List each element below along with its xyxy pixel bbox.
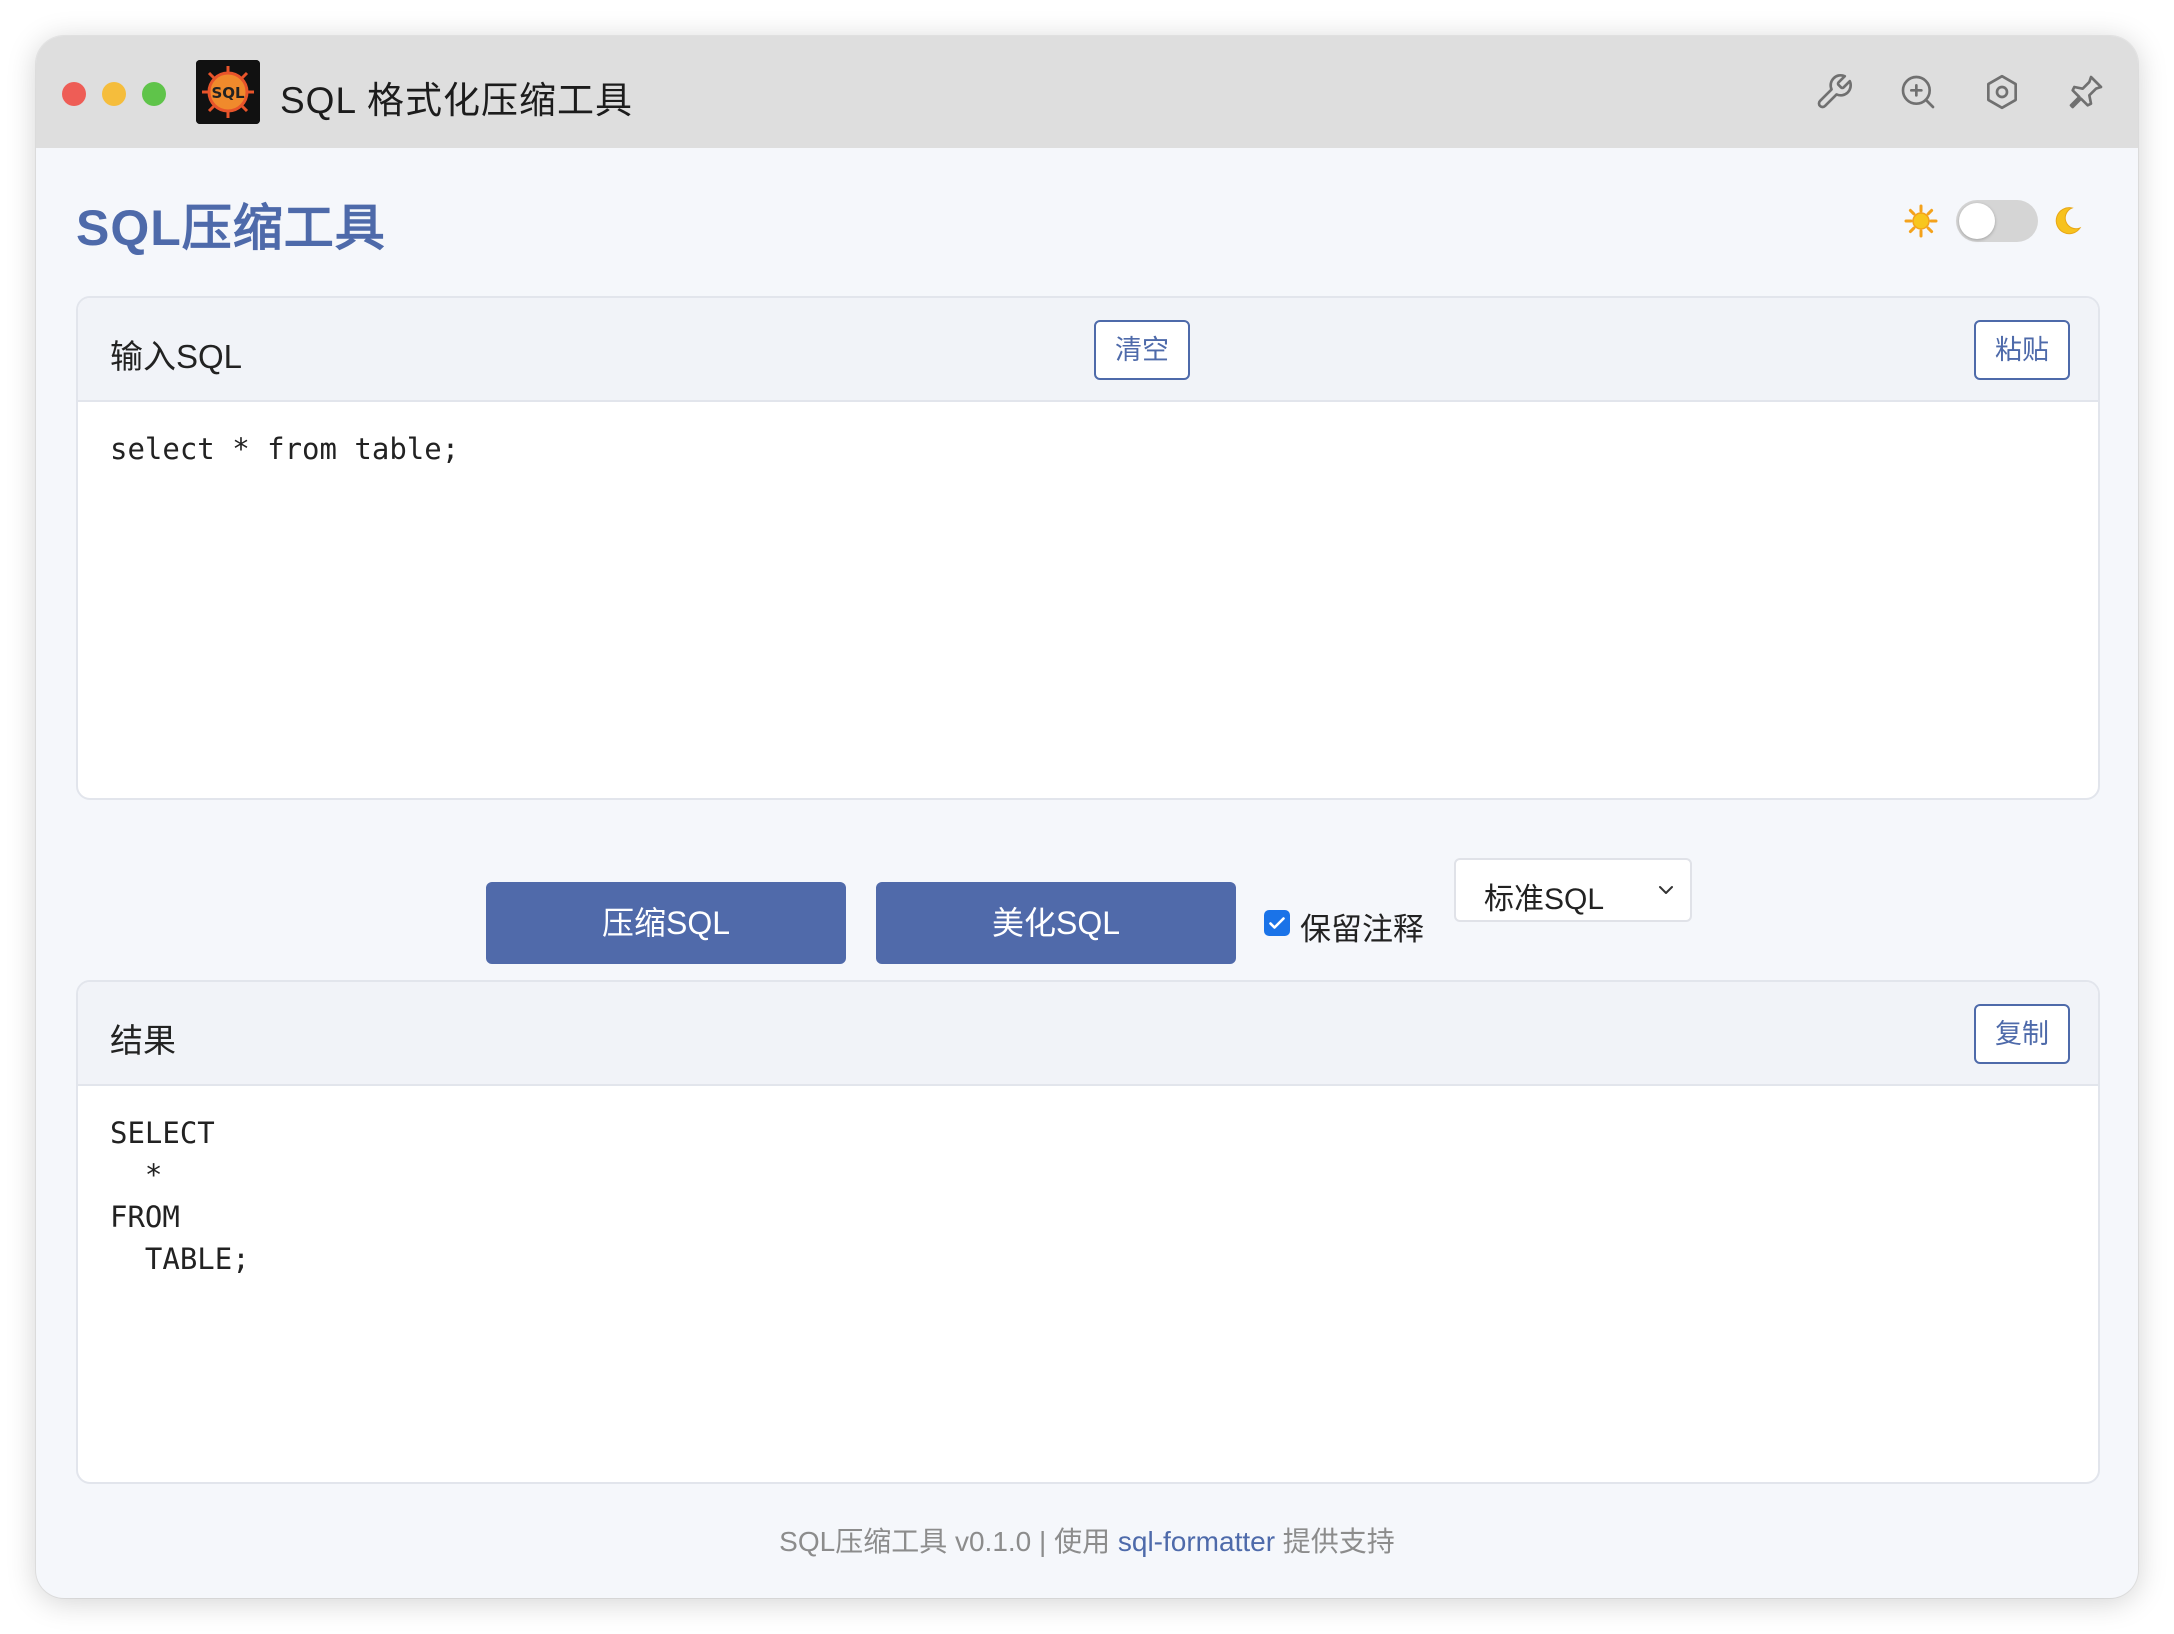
sql-dialect-select[interactable]: 标准SQL — [1454, 858, 1692, 922]
keep-comments-checkbox[interactable] — [1264, 910, 1290, 936]
close-window-button[interactable] — [62, 82, 86, 106]
chevron-down-icon — [1659, 886, 1673, 894]
zoom-in-icon[interactable] — [1898, 72, 1938, 112]
sql-result-output[interactable]: SELECT * FROM TABLE; — [110, 1112, 2066, 1280]
clear-button[interactable]: 清空 — [1094, 320, 1190, 380]
pin-icon[interactable] — [2066, 72, 2106, 112]
theme-toggle[interactable] — [1956, 200, 2038, 242]
footer-text-suffix: 提供支持 — [1275, 1526, 1395, 1557]
input-panel-title: 输入SQL — [110, 338, 243, 375]
sql-input-textarea[interactable]: select * from table; — [110, 428, 2066, 470]
sql-dialect-value: 标准SQL — [1484, 883, 1605, 916]
copy-button[interactable]: 复制 — [1974, 1004, 2070, 1064]
theme-toggle-knob — [1959, 203, 1995, 239]
result-panel: 结果 复制 SELECT * FROM TABLE; — [76, 980, 2100, 1484]
title-bar: SQL SQL 格式化压缩工具 — [36, 36, 2138, 148]
settings-icon[interactable] — [1982, 72, 2022, 112]
app-window: SQL SQL 格式化压缩工具 SQL压缩工具 输入SQL 清空 粘贴 sele… — [36, 36, 2138, 1598]
paste-button[interactable]: 粘贴 — [1974, 320, 2070, 380]
result-panel-title: 结果 — [110, 1022, 176, 1059]
result-panel-header: 结果 复制 — [78, 982, 2098, 1086]
sql-logo-icon: SQL — [196, 60, 260, 124]
sun-icon — [1904, 204, 1938, 238]
keep-comments-label[interactable]: 保留注释 — [1300, 904, 1424, 949]
app-title: SQL 格式化压缩工具 — [280, 80, 633, 121]
page-title: SQL压缩工具 — [76, 200, 386, 256]
minimize-window-button[interactable] — [102, 82, 126, 106]
moon-icon — [2050, 204, 2084, 238]
beautify-sql-button[interactable]: 美化SQL — [876, 882, 1236, 964]
wrench-icon[interactable] — [1814, 72, 1854, 112]
svg-text:SQL: SQL — [211, 84, 245, 102]
compress-sql-button[interactable]: 压缩SQL — [486, 882, 846, 964]
input-panel: 输入SQL 清空 粘贴 select * from table; — [76, 296, 2100, 800]
footer: SQL压缩工具 v0.1.0 | 使用 sql-formatter 提供支持 — [36, 1520, 2138, 1560]
sql-formatter-link[interactable]: sql-formatter — [1118, 1526, 1275, 1557]
footer-text-prefix: SQL压缩工具 v0.1.0 | 使用 — [779, 1526, 1118, 1557]
input-panel-header: 输入SQL 清空 粘贴 — [78, 298, 2098, 402]
maximize-window-button[interactable] — [142, 82, 166, 106]
